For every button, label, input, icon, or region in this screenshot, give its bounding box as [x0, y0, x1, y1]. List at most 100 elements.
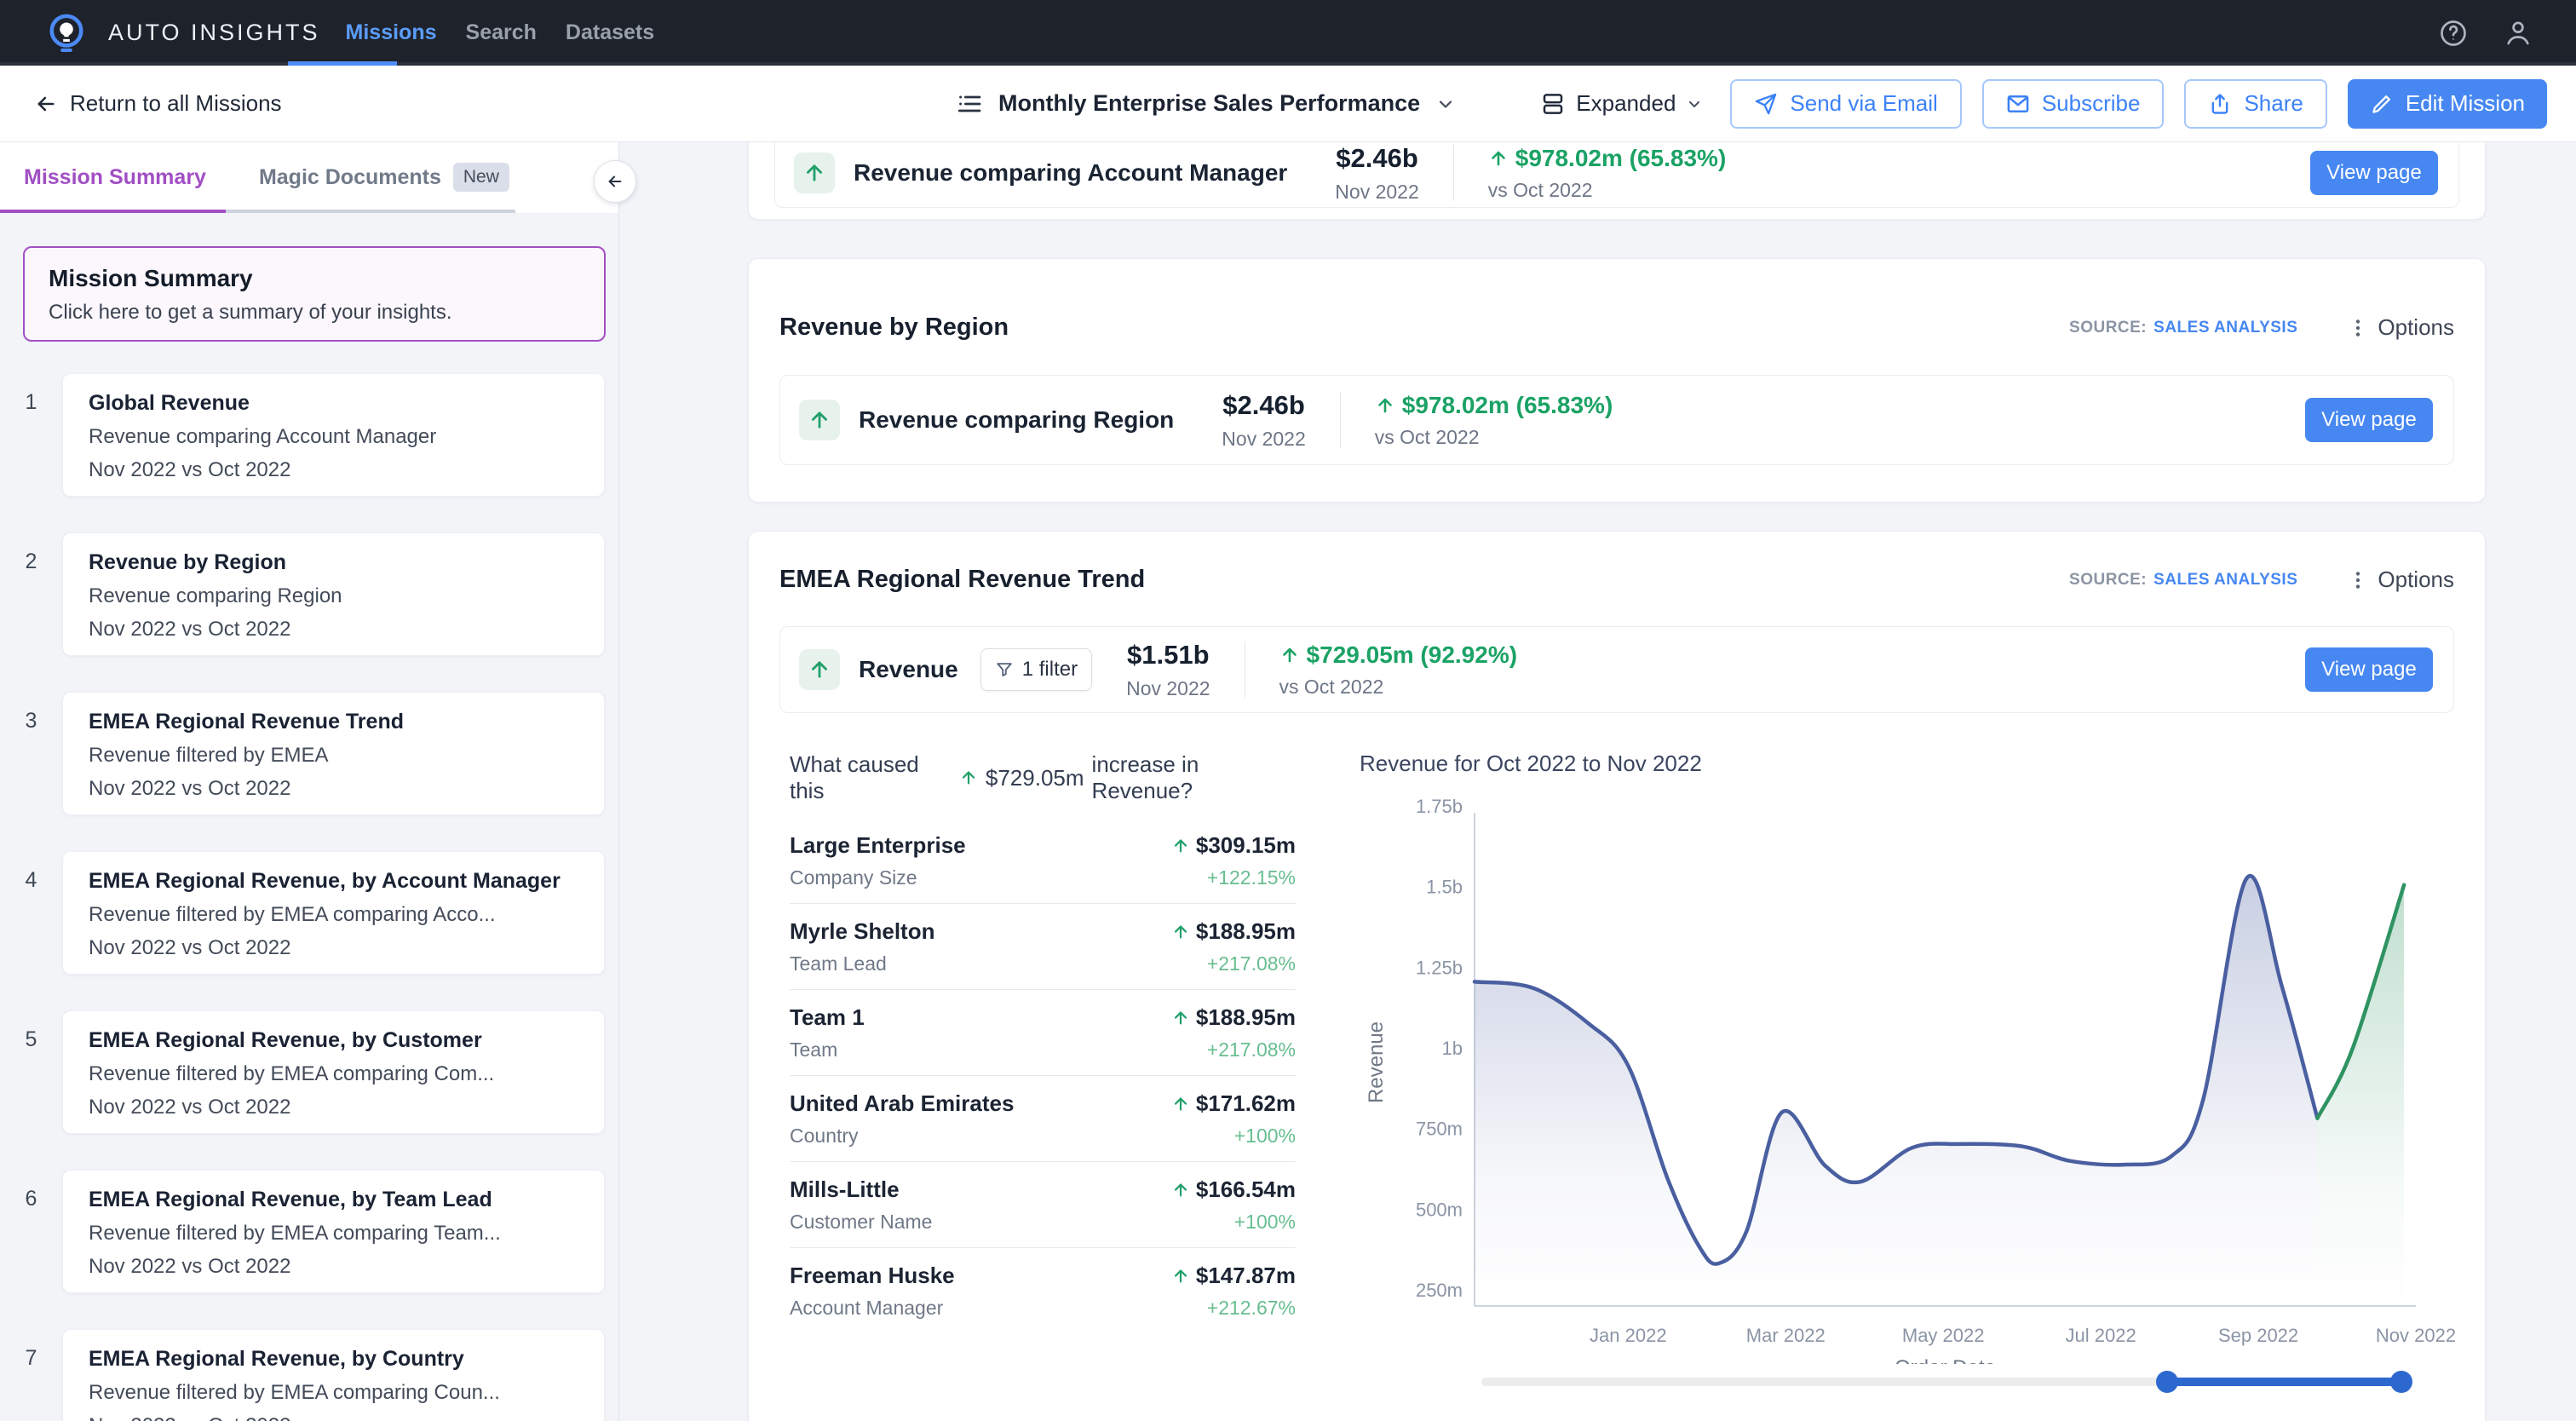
mission-summary-card-title: Mission Summary [49, 265, 253, 291]
slider-handle-right[interactable] [2390, 1371, 2412, 1393]
svg-text:Jul 2022: Jul 2022 [2066, 1325, 2136, 1346]
send-via-email-label: Send via Email [1790, 90, 1938, 116]
kpi-delta-block: $978.02m (65.83%) vs Oct 2022 [1375, 392, 1613, 449]
driver-row-freeman-huske[interactable]: Freeman Huske Account Manager $147.87m +21… [790, 1248, 1296, 1333]
item-title: EMEA Regional Revenue, by Customer [89, 1028, 482, 1052]
chevron-down-icon [1686, 95, 1703, 112]
subscribe-button[interactable]: Subscribe [1981, 78, 2165, 129]
driver-row-myrle-shelton[interactable]: Myrle Shelton Team Lead $188.95m +217.08% [790, 904, 1296, 990]
view-page-button[interactable]: View page [2310, 151, 2438, 195]
kpi-value: $1.51b [1127, 639, 1210, 670]
slider-selected-range[interactable] [2166, 1378, 2401, 1386]
kpi-delta: $729.05m (92.92%) [1306, 641, 1518, 668]
item-period: Nov 2022 vs Oct 2022 [89, 458, 291, 481]
kebab-menu-icon[interactable] [2347, 317, 2369, 339]
kpi-delta-block: $978.02m (65.83%) vs Oct 2022 [1488, 145, 1727, 202]
tab-magic-documents[interactable]: Magic Documents New [259, 163, 509, 192]
options-button[interactable]: Options [2378, 314, 2454, 341]
driver-pct: +212.67% [1206, 1297, 1296, 1319]
share-button[interactable]: Share [2184, 78, 2327, 129]
arrow-up-icon [1279, 645, 1300, 665]
driver-name: Large Enterprise [790, 832, 966, 858]
arrow-up-icon [1375, 395, 1395, 416]
arrow-up-icon [959, 768, 978, 787]
increase-drivers-panel: What caused this $729.05m increase in Re… [790, 751, 1296, 1333]
active-tab-underline [0, 210, 226, 213]
sidebar-item-emea-by-account-manager[interactable]: EMEA Regional Revenue, by Account Manage… [62, 851, 605, 975]
mission-header: Return to all Missions Monthly Enterpris… [0, 66, 2576, 142]
arrow-up-icon [794, 152, 835, 193]
view-mode-label: Expanded [1576, 90, 1676, 116]
view-page-button[interactable]: View page [2305, 398, 2433, 442]
pencil-icon [2370, 92, 2394, 116]
question-amount: $729.05m [985, 764, 1084, 791]
mission-title-dropdown[interactable]: Monthly Enterprise Sales Performance [956, 66, 1456, 141]
arrow-left-icon [34, 92, 58, 116]
nav-item-search[interactable]: Search [466, 20, 537, 45]
sidebar-item-emea-by-team-lead[interactable]: EMEA Regional Revenue, by Team Lead Reve… [62, 1170, 605, 1293]
driver-pct: +217.08% [1206, 1038, 1296, 1061]
send-via-email-button[interactable]: Send via Email [1730, 78, 1962, 129]
svg-text:500m: 500m [1416, 1199, 1463, 1220]
kpi-revenue-by-region: Revenue comparing Region $2.46b Nov 2022… [779, 375, 2454, 465]
driver-row-united-arab-emirates[interactable]: United Arab Emirates Country $171.62m +100… [790, 1076, 1296, 1162]
date-range-slider [1481, 1371, 2412, 1393]
item-desc: Revenue filtered by EMEA comparing Team.… [89, 1222, 501, 1245]
kpi-delta-period: vs Oct 2022 [1279, 675, 1384, 698]
source-link[interactable]: SALES ANALYSIS [2153, 571, 2297, 590]
driver-row-large-enterprise[interactable]: Large Enterprise Company Size $309.15m +12… [790, 818, 1296, 904]
driver-row-team-1[interactable]: Team 1 Team $188.95m +217.08% [790, 990, 1296, 1076]
view-mode-dropdown[interactable]: Expanded [1540, 90, 1703, 117]
sidebar-item-emea-by-country[interactable]: EMEA Regional Revenue, by Country Revenu… [62, 1329, 605, 1421]
back-label: Return to all Missions [70, 90, 282, 116]
sidebar-item-emea-by-customer[interactable]: EMEA Regional Revenue, by Customer Reven… [62, 1010, 605, 1134]
back-to-missions-link[interactable]: Return to all Missions [34, 66, 282, 141]
slider-handle-left[interactable] [2155, 1371, 2178, 1393]
driver-dimension: Team Lead [790, 952, 887, 975]
tab-mission-summary-label: Mission Summary [24, 164, 206, 189]
kpi-delta-period: vs Oct 2022 [1487, 178, 1593, 201]
svg-text:1.25b: 1.25b [1416, 957, 1463, 978]
svg-text:May 2022: May 2022 [1902, 1325, 1985, 1346]
list-item: 1 Global Revenue Revenue comparing Accou… [0, 373, 605, 497]
driver-value: $166.54m [1195, 1176, 1296, 1202]
lightbulb-logo-icon[interactable] [47, 14, 86, 53]
sidebar-item-global-revenue[interactable]: Global Revenue Revenue comparing Account… [62, 373, 605, 497]
sidebar-collapse-button[interactable] [594, 160, 636, 203]
mission-sidebar: Mission Summary Magic Documents New Miss… [0, 141, 636, 1421]
kpi-delta-period: vs Oct 2022 [1374, 425, 1480, 448]
list-item: 6 EMEA Regional Revenue, by Team Lead Re… [0, 1170, 605, 1293]
edit-mission-label: Edit Mission [2405, 90, 2525, 116]
filter-chip[interactable]: 1 filter [980, 648, 1093, 691]
options-button[interactable]: Options [2378, 567, 2454, 593]
auto-insights-app: AUTO INSIGHTS Missions Search Datasets R… [0, 0, 2576, 1421]
kebab-menu-icon[interactable] [2347, 569, 2369, 591]
view-page-button[interactable]: View page [2305, 647, 2433, 692]
tab-mission-summary[interactable]: Mission Summary [24, 165, 206, 190]
mission-content: Revenue comparing Account Manager $2.46b… [748, 141, 2486, 1421]
help-icon[interactable] [2438, 18, 2469, 49]
driver-pct: +217.08% [1206, 952, 1296, 975]
chart-title: Revenue for Oct 2022 to Nov 2022 [1360, 751, 1702, 776]
driver-row-mills-little[interactable]: Mills-Little Customer Name $166.54m +100% [790, 1162, 1296, 1248]
list-item: 3 EMEA Regional Revenue Trend Revenue fi… [0, 692, 605, 815]
sidebar-item-revenue-by-region[interactable]: Revenue by Region Revenue comparing Regi… [62, 532, 605, 656]
arrow-up-icon [1171, 837, 1190, 855]
driver-value: $188.95m [1195, 918, 1296, 944]
account-icon[interactable] [2503, 18, 2533, 49]
edit-mission-button[interactable]: Edit Mission [2347, 78, 2547, 129]
sidebar-item-emea-trend[interactable]: EMEA Regional Revenue Trend Revenue filt… [62, 692, 605, 815]
source-link[interactable]: SALES ANALYSIS [2153, 319, 2297, 337]
driver-name: Freeman Huske [790, 1263, 955, 1288]
card-source: SOURCE: SALES ANALYSIS Options [2069, 314, 2454, 341]
arrow-up-icon [1488, 148, 1509, 169]
svg-text:Mar 2022: Mar 2022 [1746, 1325, 1826, 1346]
nav-item-datasets[interactable]: Datasets [566, 20, 654, 45]
mission-summary-card[interactable]: Mission Summary Click here to get a summ… [23, 246, 606, 342]
kpi-value-block: $2.46b Nov 2022 [1222, 390, 1305, 451]
nav-item-missions[interactable]: Missions [346, 20, 437, 45]
mission-list-icon [956, 90, 983, 118]
layout-rows-icon [1540, 91, 1566, 117]
item-period: Nov 2022 vs Oct 2022 [89, 777, 291, 800]
kpi-revenue-filtered: Revenue 1 filter $1.51b Nov 2022 $729.05… [779, 626, 2454, 713]
